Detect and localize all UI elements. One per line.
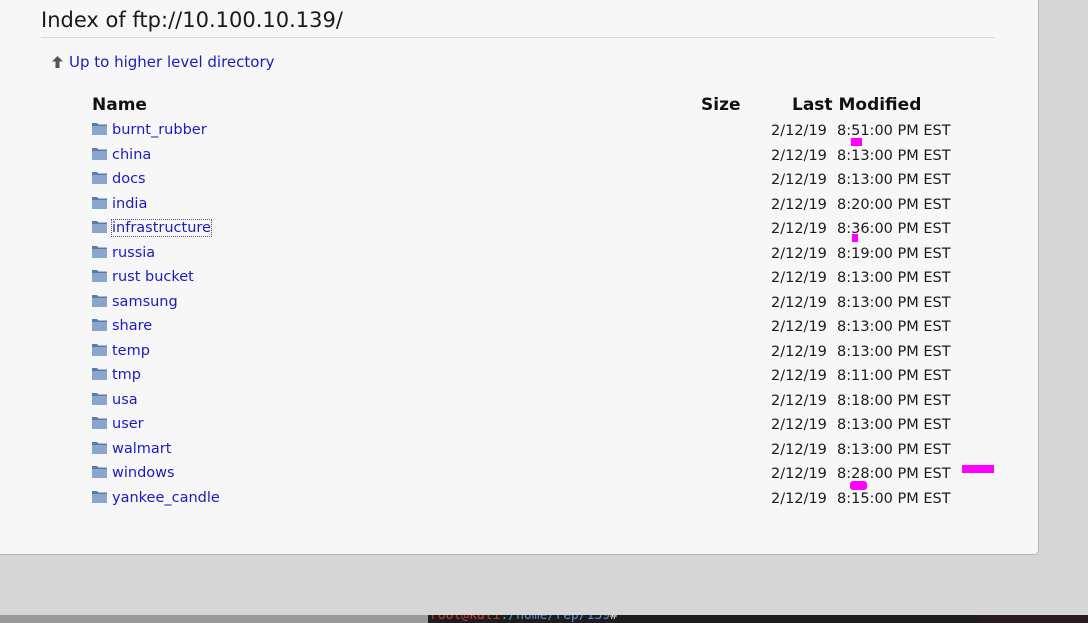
terminal-window[interactable]: root@kali:/home/rep/139#	[428, 615, 978, 623]
folder-link[interactable]: yankee_candle	[112, 490, 220, 506]
modified-time: 8:20:00 PM EST	[837, 196, 951, 213]
table-row: windows 2/12/19 8:28:00 PM EST	[0, 461, 1039, 486]
folder-icon	[92, 319, 107, 331]
modified-time: 8:51:00 PM EST	[837, 123, 951, 139]
folder-link[interactable]: temp	[112, 343, 150, 359]
modified-date: 2/12/19	[771, 368, 827, 384]
up-arrow-icon	[52, 56, 63, 68]
table-row: rust bucket 2/12/19 8:13:00 PM EST	[0, 265, 1039, 290]
modified-time: 8:13:00 PM EST	[837, 441, 951, 458]
modified-date: 2/12/19	[771, 294, 827, 311]
folder-icon	[92, 417, 107, 429]
column-header-last-modified[interactable]: Last Modified	[792, 95, 921, 115]
folder-link[interactable]: infrastructure	[111, 219, 212, 237]
ftp-listing-page: Index of ftp://10.100.10.139/ Up to high…	[0, 0, 1039, 555]
folder-link[interactable]: samsung	[112, 294, 178, 310]
folder-icon	[92, 368, 107, 380]
modified-date: 2/12/19	[771, 245, 827, 262]
folder-icon	[92, 196, 107, 209]
modified-time: 8:13:00 PM EST	[837, 172, 951, 188]
folder-icon	[92, 343, 107, 356]
terminal-path: :/home/rep/139	[500, 615, 611, 623]
page-title: Index of ftp://10.100.10.139/	[41, 8, 343, 32]
modified-date: 2/12/19	[771, 172, 827, 188]
table-row: docs 2/12/19 8:13:00 PM EST	[0, 167, 1039, 192]
folder-link[interactable]: windows	[112, 465, 175, 481]
modified-date: 2/12/19	[771, 466, 827, 482]
modified-time: 8:28:00 PM EST	[837, 466, 951, 482]
table-row: user 2/12/19 8:13:00 PM EST	[0, 412, 1039, 437]
folder-icon	[92, 466, 107, 478]
table-row: burnt_rubber 2/12/19 8:51:00 PM EST	[0, 118, 1039, 143]
modified-date: 2/12/19	[771, 221, 827, 237]
modified-date: 2/12/19	[771, 270, 827, 286]
folder-link[interactable]: india	[112, 196, 147, 212]
folder-link[interactable]: china	[112, 147, 151, 163]
folder-link[interactable]: user	[112, 416, 144, 432]
modified-time: 8:18:00 PM EST	[837, 392, 951, 409]
folder-link[interactable]: share	[112, 318, 152, 334]
title-divider	[41, 37, 995, 38]
folder-icon	[92, 490, 107, 503]
folder-icon	[92, 245, 107, 258]
modified-date: 2/12/19	[771, 417, 827, 433]
table-row: walmart 2/12/19 8:13:00 PM EST	[0, 437, 1039, 462]
table-row: russia 2/12/19 8:19:00 PM EST	[0, 241, 1039, 266]
table-row: china 2/12/19 8:13:00 PM EST	[0, 143, 1039, 168]
folder-link[interactable]: burnt_rubber	[112, 122, 207, 138]
table-row: usa 2/12/19 8:18:00 PM EST	[0, 388, 1039, 413]
annotation-mark	[962, 465, 994, 473]
terminal-user: root@kali	[430, 615, 501, 623]
table-row: share 2/12/19 8:13:00 PM EST	[0, 314, 1039, 339]
terminal-prompt-symbol: #	[610, 615, 618, 623]
modified-time: 8:13:00 PM EST	[837, 294, 951, 311]
modified-time: 8:13:00 PM EST	[837, 270, 951, 286]
modified-date: 2/12/19	[771, 490, 827, 507]
table-row: samsung 2/12/19 8:13:00 PM EST	[0, 290, 1039, 315]
folder-link[interactable]: tmp	[112, 367, 141, 383]
modified-date: 2/12/19	[771, 392, 827, 409]
folder-icon	[92, 123, 107, 135]
modified-time: 8:11:00 PM EST	[837, 368, 951, 384]
folder-link[interactable]: walmart	[112, 441, 171, 457]
modified-date: 2/12/19	[771, 319, 827, 335]
modified-time: 8:13:00 PM EST	[837, 147, 951, 164]
table-row: tmp 2/12/19 8:11:00 PM EST	[0, 363, 1039, 388]
annotation-mark	[850, 481, 867, 490]
up-directory-link[interactable]: Up to higher level directory	[52, 53, 275, 71]
folder-icon	[92, 270, 107, 282]
table-row: temp 2/12/19 8:13:00 PM EST	[0, 339, 1039, 364]
modified-date: 2/12/19	[771, 147, 827, 164]
modified-time: 8:13:00 PM EST	[837, 319, 951, 335]
modified-time: 8:19:00 PM EST	[837, 245, 951, 262]
modified-date: 2/12/19	[771, 196, 827, 213]
modified-date: 2/12/19	[771, 343, 827, 360]
table-row: yankee_candle 2/12/19 8:15:00 PM EST	[0, 486, 1039, 511]
terminal-prompt: root@kali:/home/rep/139#	[430, 615, 618, 623]
folder-icon	[92, 294, 107, 307]
folder-link[interactable]: rust bucket	[112, 269, 194, 285]
folder-icon	[92, 147, 107, 160]
modified-date: 2/12/19	[771, 441, 827, 458]
column-header-name[interactable]: Name	[92, 95, 147, 115]
annotation-mark	[851, 138, 862, 146]
folder-icon	[92, 221, 107, 233]
folder-link[interactable]: docs	[112, 171, 146, 187]
directory-list: burnt_rubber 2/12/19 8:51:00 PM EST china 2/…	[0, 118, 1039, 510]
modified-date: 2/12/19	[771, 123, 827, 139]
table-row: india 2/12/19 8:20:00 PM EST	[0, 192, 1039, 217]
folder-icon	[92, 172, 107, 184]
folder-link[interactable]: russia	[112, 245, 155, 261]
modified-time: 8:13:00 PM EST	[837, 417, 951, 433]
modified-time: 8:13:00 PM EST	[837, 343, 951, 360]
folder-link[interactable]: usa	[112, 392, 138, 408]
annotation-mark	[852, 234, 858, 242]
column-header-size[interactable]: Size	[701, 95, 741, 115]
folder-icon	[92, 441, 107, 454]
folder-icon	[92, 392, 107, 405]
modified-time: 8:15:00 PM EST	[837, 490, 951, 507]
up-directory-label: Up to higher level directory	[69, 53, 275, 71]
terminal-window-edge	[978, 615, 1088, 623]
table-row: infrastructure 2/12/19 8:36:00 PM EST	[0, 216, 1039, 241]
